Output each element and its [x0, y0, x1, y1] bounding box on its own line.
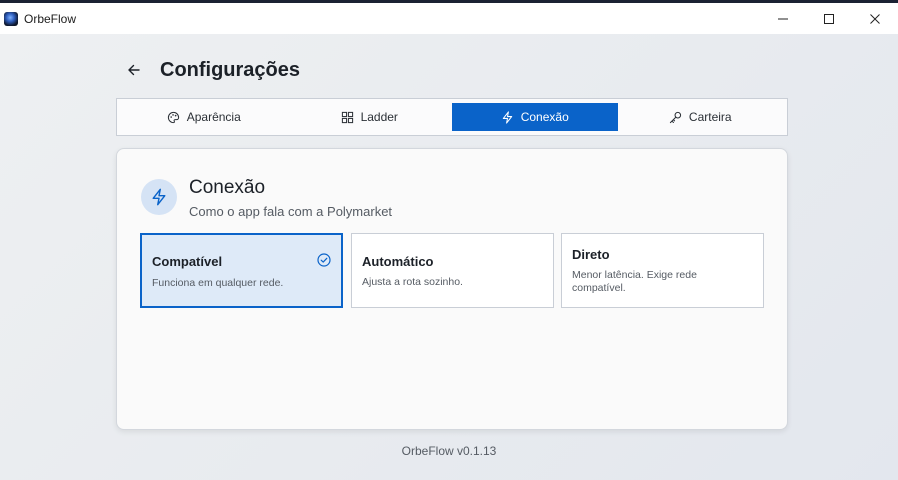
- option-description: Menor latência. Exige rede compatível.: [572, 269, 697, 294]
- section-title: Conexão: [189, 177, 266, 198]
- title-bar: OrbeFlow: [0, 3, 898, 34]
- minimize-button[interactable]: [760, 3, 806, 34]
- tab-label: Conexão: [520, 110, 569, 124]
- tab-label: Carteira: [688, 110, 732, 124]
- connection-mode-options: Compatível Funciona em qualquer rede. Au…: [140, 233, 764, 308]
- section-icon-badge: [141, 179, 177, 215]
- page-header: Configurações: [124, 56, 300, 84]
- tab-carteira[interactable]: Carteira: [618, 103, 784, 131]
- close-button[interactable]: [852, 3, 898, 34]
- tab-conexao[interactable]: Conexão: [452, 103, 618, 131]
- option-title: Direto: [572, 247, 610, 262]
- option-title: Automático: [362, 254, 434, 269]
- tab-ladder[interactable]: Ladder: [287, 103, 453, 131]
- option-description: Funciona em qualquer rede.: [152, 277, 284, 289]
- back-button[interactable]: [124, 60, 144, 80]
- option-title: Compatível: [152, 254, 223, 269]
- close-icon: [870, 13, 880, 24]
- section-subtitle: Como o app fala com a Polymarket: [189, 204, 393, 219]
- option-automatico[interactable]: Automático Ajusta a rota sozinho.: [351, 233, 554, 308]
- grid-icon: [341, 111, 353, 123]
- maximize-button[interactable]: [806, 3, 852, 34]
- arrow-left-icon: [128, 64, 140, 76]
- palette-icon: [167, 111, 179, 123]
- option-direto[interactable]: Direto Menor latência. Exige rede compat…: [561, 233, 764, 308]
- app-version: OrbeFlow v0.1.13: [401, 444, 497, 458]
- option-description: Ajusta a rota sozinho.: [362, 276, 463, 288]
- window-title: OrbeFlow: [24, 11, 77, 26]
- app-logo-icon: [4, 11, 18, 26]
- connection-settings-card: Conexão Como o app fala com a Polymarket…: [116, 148, 788, 430]
- tab-aparencia[interactable]: Aparência: [121, 103, 287, 131]
- lightning-icon: [502, 110, 512, 124]
- tab-label: Aparência: [186, 110, 241, 124]
- minimize-icon: [778, 18, 788, 19]
- check-circle-icon: [317, 253, 331, 267]
- option-compativel[interactable]: Compatível Funciona em qualquer rede.: [140, 233, 343, 308]
- lightning-icon: [152, 188, 166, 206]
- key-icon: [669, 111, 682, 123]
- settings-tabs: Aparência Ladder Conexão Carteira: [116, 98, 788, 136]
- page-title: Configurações: [160, 58, 301, 81]
- window-controls: [760, 3, 898, 34]
- tab-label: Ladder: [360, 110, 398, 124]
- maximize-icon: [824, 13, 834, 24]
